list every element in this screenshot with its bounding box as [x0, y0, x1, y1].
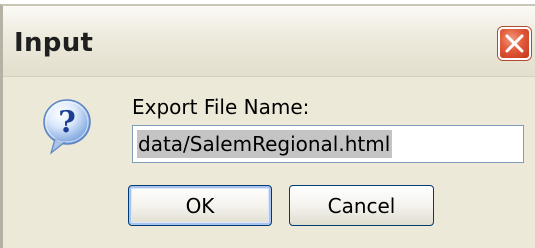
close-x-icon	[505, 34, 524, 53]
question-icon: ?	[41, 98, 93, 156]
dialog-title: Input	[14, 28, 94, 58]
prompt-label: Export File Name:	[132, 95, 310, 119]
close-button[interactable]	[498, 27, 531, 60]
svg-text:?: ?	[58, 105, 76, 140]
input-dialog: Input ? Export File Name: data/SalemRegi…	[0, 4, 535, 248]
cancel-button[interactable]: Cancel	[289, 185, 434, 226]
filename-value: data/SalemRegional.html	[137, 130, 393, 158]
ok-button[interactable]: OK	[128, 185, 272, 226]
title-bar[interactable]: Input	[3, 6, 535, 77]
filename-input[interactable]: data/SalemRegional.html	[132, 125, 524, 163]
